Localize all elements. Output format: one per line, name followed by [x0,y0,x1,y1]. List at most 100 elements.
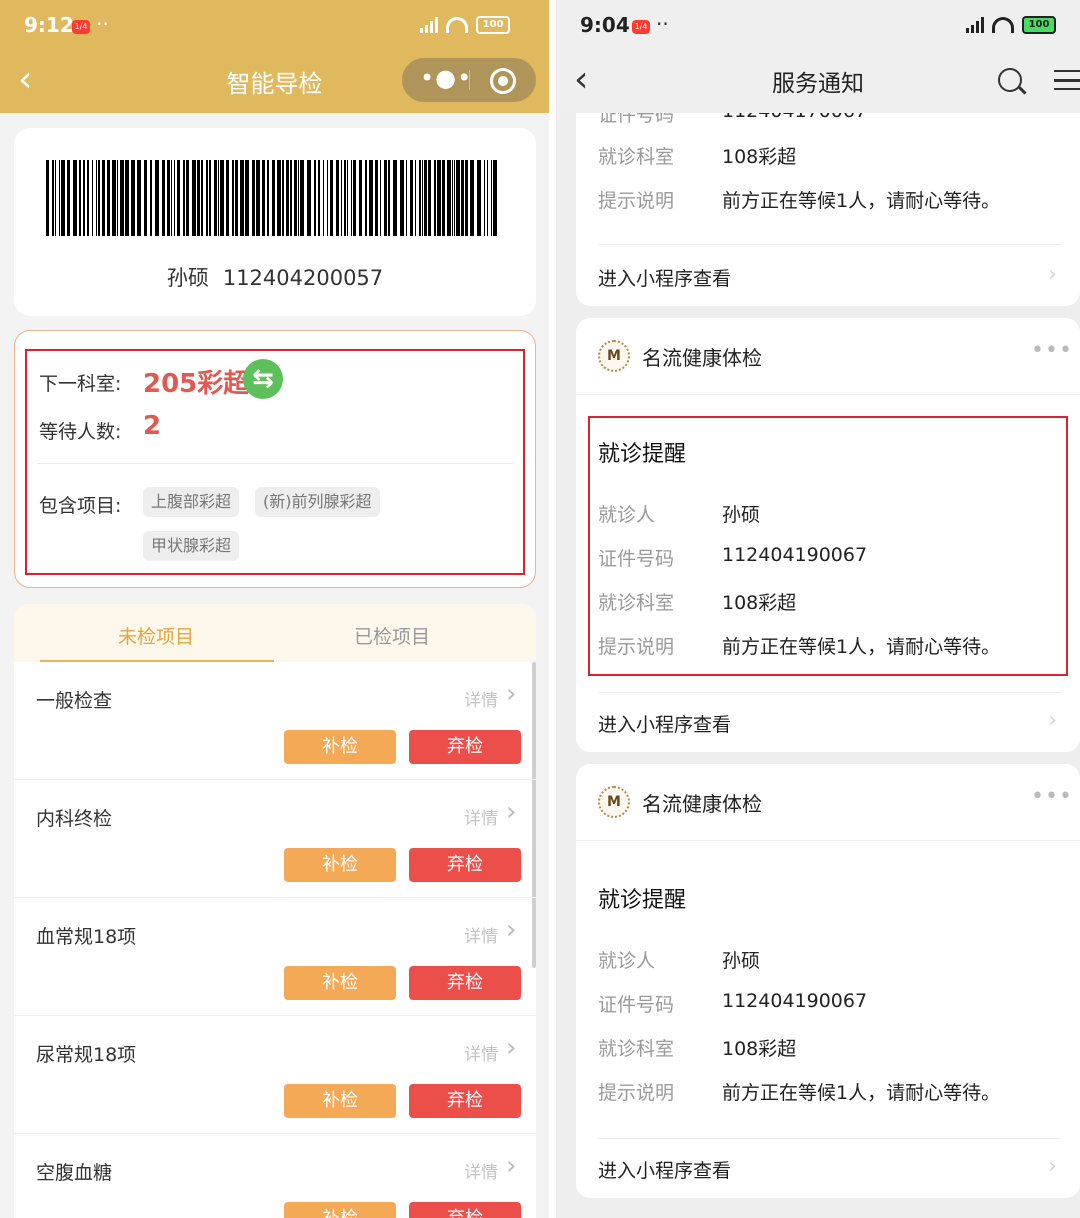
barcode-bar [393,160,397,236]
field-label: 提示说明 [598,190,675,212]
drop-check-button[interactable]: 弃检 [409,966,521,1000]
barcode-bar [484,160,485,236]
fill-check-button[interactable]: 补检 [284,730,396,764]
detail-link[interactable]: 详情 [464,1158,498,1183]
barcode-bar [341,160,342,236]
next-room-label: 下一科室: [39,373,122,395]
fill-check-button[interactable]: 补检 [284,966,396,1000]
more-options-icon[interactable]: ••• [1031,784,1073,809]
barcode-bar [272,160,275,236]
barcode-image [46,160,497,236]
notification-card: M 名流健康体检 ••• 就诊提醒 就诊人 孙硕 证件号码 1124041900… [576,764,1080,1198]
barcode-bar [388,160,390,236]
barcode-bar [282,160,284,236]
barcode-bar [452,160,453,236]
chevron-right-icon[interactable]: › [506,916,516,944]
barcode-bar [235,160,238,236]
field-label: 提示说明 [598,636,675,658]
chevron-right-icon[interactable]: › [1048,262,1057,287]
barcode-bar [454,160,455,236]
field-value: 孙硕 [722,950,761,972]
more-icon[interactable]: •●• [420,64,472,92]
barcode-bar [422,160,423,236]
field-label: 就诊科室 [598,592,675,614]
barcode-bar [52,160,54,236]
close-miniprogram-icon[interactable] [490,68,516,94]
divider [576,840,1080,841]
barcode-bar [120,160,124,236]
barcode-bar [73,160,77,236]
barcode-bar [277,160,281,236]
chevron-right-icon[interactable]: › [506,1034,516,1062]
barcode-bar [336,160,339,236]
drop-check-button[interactable]: 弃检 [409,1084,521,1118]
exam-item: 血常规18项 详情 › 补检 弃检 [14,898,536,1016]
account-name: 名流健康体检 [642,346,762,370]
barcode-bar [314,160,316,236]
fill-check-button[interactable]: 补检 [284,1202,396,1218]
barcode-bar [150,160,152,236]
barcode-caption: 孙硕 112404200057 [14,262,536,292]
barcode-bar [245,160,249,236]
barcode-bar [144,160,147,236]
drop-check-button[interactable]: 弃检 [409,730,521,764]
chevron-right-icon[interactable]: › [506,1152,516,1180]
status-time: 9:04 [580,13,630,37]
patient-id: 112404200057 [222,266,384,290]
menu-icon[interactable] [1054,70,1080,90]
barcode-bar [192,160,196,236]
detail-link[interactable]: 详情 [464,1040,498,1065]
detail-link[interactable]: 详情 [464,804,498,829]
detail-link[interactable]: 详情 [464,686,498,711]
tab-checked[interactable]: 已检项目 [354,622,430,649]
barcode-bar [67,160,70,236]
swap-room-icon[interactable]: ⇆ [243,359,283,399]
barcode-bar [286,160,289,236]
drop-check-button[interactable]: 弃检 [409,848,521,882]
fill-check-button[interactable]: 补检 [284,848,396,882]
barcode-bar [493,160,497,236]
exam-tag: 上腹部彩超 [143,487,240,517]
field-value: 前方正在等候1人，请耐心等待。 [722,190,1001,212]
barcode-bar [87,160,89,236]
fill-check-button[interactable]: 补检 [284,1084,396,1118]
tab-unchecked[interactable]: 未检项目 [118,622,194,649]
chevron-right-icon[interactable]: › [506,680,516,708]
barcode-bar [359,160,362,236]
barcode-bar [380,160,381,236]
open-miniprogram-link[interactable]: 进入小程序查看 [598,710,731,737]
wait-count-label: 等待人数: [39,421,122,443]
exam-tag: 甲状腺彩超 [143,531,240,561]
nav-header: 9:12 1/4 ·· 100 ‹ 智能导检 •●• [0,0,549,113]
next-room-value: 205彩超 [143,369,250,399]
battery-icon: 100 [476,16,510,34]
barcode-bar [456,160,460,236]
miniprogram-capsule: •●• [402,58,536,102]
search-icon[interactable] [998,68,1022,92]
barcode-bar [61,160,65,236]
barcode-bar [171,160,172,236]
field-label: 证件号码 [598,994,675,1016]
open-miniprogram-link[interactable]: 进入小程序查看 [598,264,731,291]
barcode-bar [384,160,387,236]
barcode-bar [186,160,189,236]
barcode-bar [424,160,427,236]
barcode-bar [55,160,56,236]
more-options-icon[interactable]: ••• [1031,338,1073,363]
wifi-icon [992,17,1014,33]
chevron-right-icon[interactable]: › [506,798,516,826]
service-notification-screen: 证件号码 112404170067 就诊科室 108彩超 提示说明 前方正在等候… [556,0,1080,1218]
barcode-bar [201,160,203,236]
nav-header: 9:04 1/4 ·· 100 ‹ 服务通知 [556,0,1080,113]
barcode-bar [252,160,255,236]
chevron-right-icon[interactable]: › [1048,708,1057,733]
barcode-bar [240,160,244,236]
barcode-bar [46,160,49,236]
chevron-right-icon[interactable]: › [1048,1154,1057,1179]
barcode-bar [79,160,81,236]
drop-check-button[interactable]: 弃检 [409,1202,521,1218]
notification-title: 就诊提醒 [598,888,687,913]
barcode-bar [59,160,60,236]
detail-link[interactable]: 详情 [464,922,498,947]
open-miniprogram-link[interactable]: 进入小程序查看 [598,1156,731,1183]
